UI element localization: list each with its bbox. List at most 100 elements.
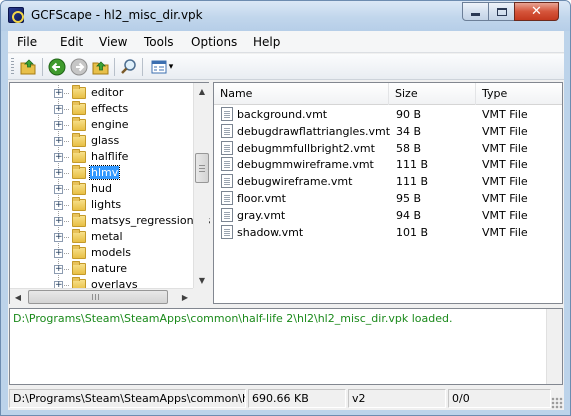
file-row[interactable]: floor.vmt 95 B VMT File	[214, 190, 562, 207]
log-scrollbar[interactable]	[546, 309, 562, 384]
open-button[interactable]	[20, 58, 38, 76]
toolbar-separator	[114, 58, 115, 76]
forward-button[interactable]	[70, 58, 88, 76]
expand-icon[interactable]: +	[54, 217, 63, 226]
file-icon	[221, 107, 233, 121]
tree-item[interactable]: + engine	[10, 117, 194, 133]
file-name: debugmmwireframe.vmt	[237, 158, 374, 172]
file-row[interactable]: debugmmwireframe.vmt 111 B VMT File	[214, 156, 562, 173]
tree-item-label[interactable]: nature	[91, 262, 127, 275]
tree-scroll-thumb[interactable]	[195, 153, 209, 183]
tree-item[interactable]: + glass	[10, 133, 194, 149]
tree-item[interactable]: + effects	[10, 101, 194, 117]
expand-icon[interactable]: +	[54, 105, 63, 114]
title-bar[interactable]: GCFScape - hl2_misc_dir.vpk ✕	[1, 1, 570, 31]
back-arrow-icon	[48, 58, 66, 76]
expand-icon[interactable]: +	[54, 89, 63, 98]
file-size: 94 B	[396, 208, 422, 222]
open-folder-icon	[20, 59, 36, 75]
tree-item-label[interactable]: hud	[91, 182, 112, 195]
file-name: debugmmfullbright2.vmt	[237, 141, 375, 155]
up-button[interactable]	[92, 58, 110, 76]
close-button[interactable]: ✕	[514, 2, 559, 21]
tree-item-label[interactable]: lights	[91, 198, 121, 211]
file-row[interactable]: debugdrawflattriangles.vmt 34 B VMT File	[214, 123, 562, 140]
tree-item[interactable]: + nature	[10, 261, 194, 277]
expand-icon[interactable]: +	[54, 137, 63, 146]
tree-item-label[interactable]: metal	[91, 230, 123, 243]
file-type: VMT File	[482, 108, 528, 121]
column-header-size[interactable]: Size	[389, 83, 476, 105]
scroll-left-icon[interactable]: ◀	[10, 289, 26, 305]
tree-item-label[interactable]: effects	[91, 102, 128, 115]
file-type: VMT File	[482, 141, 528, 155]
tree-item-label[interactable]: engine	[91, 118, 129, 131]
file-row[interactable]: gray.vmt 94 B VMT File	[214, 207, 562, 224]
tree-item[interactable]: + matsys_regressiontes	[10, 213, 210, 229]
file-size: 90 B	[396, 108, 422, 121]
file-row[interactable]: debugmmfullbright2.vmt 58 B VMT File	[214, 140, 562, 157]
expand-icon[interactable]: +	[54, 153, 63, 162]
expand-icon[interactable]: +	[54, 233, 63, 242]
tree-item-label[interactable]: glass	[91, 134, 119, 147]
file-row[interactable]: debugwireframe.vmt 111 B VMT File	[214, 173, 562, 190]
menu-file[interactable]: File	[17, 35, 37, 49]
menu-view[interactable]: View	[99, 35, 127, 49]
search-button[interactable]	[120, 58, 138, 76]
file-row[interactable]: shadow.vmt 101 B VMT File	[214, 224, 562, 241]
tree-item[interactable]: + models	[10, 245, 194, 261]
tree-vertical-scrollbar[interactable]: ▲ ▼	[193, 83, 209, 288]
tree-guide-line	[64, 125, 70, 126]
expand-icon[interactable]: +	[54, 249, 63, 258]
tree-item-label[interactable]: editor	[91, 86, 123, 99]
toolbar-grip[interactable]	[11, 58, 14, 76]
up-folder-icon	[92, 61, 109, 75]
file-row[interactable]: background.vmt 90 B VMT File	[214, 106, 562, 123]
tree-horizontal-scrollbar[interactable]: ◀ ▶	[10, 288, 193, 304]
expand-icon[interactable]: +	[54, 169, 63, 178]
maximize-icon	[496, 7, 507, 16]
expand-icon[interactable]: +	[54, 201, 63, 210]
tree-item[interactable]: + hlmv	[10, 165, 194, 181]
column-header-type[interactable]: Type	[476, 83, 562, 105]
file-size: 111 B	[396, 175, 429, 189]
list-header: Name Size Type	[214, 83, 562, 105]
tree-item-label[interactable]: hlmv	[88, 165, 121, 180]
back-button[interactable]	[48, 58, 66, 76]
file-icon	[221, 123, 233, 138]
tree-item[interactable]: + lights	[10, 197, 194, 213]
resize-grip[interactable]	[551, 397, 563, 409]
file-icon	[221, 207, 233, 222]
expand-icon[interactable]: +	[54, 265, 63, 274]
tree-item-label[interactable]: halflife	[91, 150, 128, 163]
log-panel[interactable]: D:\Programs\Steam\SteamApps\common\half-…	[9, 308, 563, 385]
tree-guide-line	[64, 237, 70, 238]
tree-item-label[interactable]: models	[91, 246, 131, 259]
scroll-up-icon[interactable]: ▲	[194, 83, 210, 99]
file-icon	[221, 224, 233, 239]
tree-item[interactable]: + halflife	[10, 149, 194, 165]
menu-tools[interactable]: Tools	[144, 35, 174, 49]
maximize-button[interactable]	[488, 2, 515, 21]
scroll-right-icon[interactable]: ▶	[177, 289, 193, 305]
tree-hscroll-thumb[interactable]	[28, 290, 168, 304]
minimize-button[interactable]	[462, 2, 489, 21]
scroll-down-icon[interactable]: ▼	[194, 272, 210, 288]
app-icon[interactable]	[8, 7, 24, 23]
expand-icon[interactable]: +	[54, 121, 63, 130]
view-mode-button[interactable]: ▾	[148, 58, 176, 76]
tree-item[interactable]: + hud	[10, 181, 194, 197]
tree-guide-line	[64, 269, 70, 270]
expand-icon[interactable]: +	[54, 185, 63, 194]
menu-help[interactable]: Help	[253, 35, 280, 49]
folder-tree[interactable]: + editor + effects + engine + glass + halflife + hl…	[9, 82, 210, 304]
column-header-name[interactable]: Name	[214, 83, 389, 105]
file-list[interactable]: Name Size Type background.vmt 90 B VMT Fil…	[213, 82, 563, 304]
folder-icon	[72, 181, 86, 195]
menu-edit[interactable]: Edit	[60, 35, 83, 49]
menu-options[interactable]: Options	[191, 35, 237, 49]
folder-icon	[72, 149, 86, 163]
tree-item[interactable]: + metal	[10, 229, 194, 245]
tree-item[interactable]: + editor	[10, 85, 194, 101]
folder-icon	[72, 165, 86, 179]
